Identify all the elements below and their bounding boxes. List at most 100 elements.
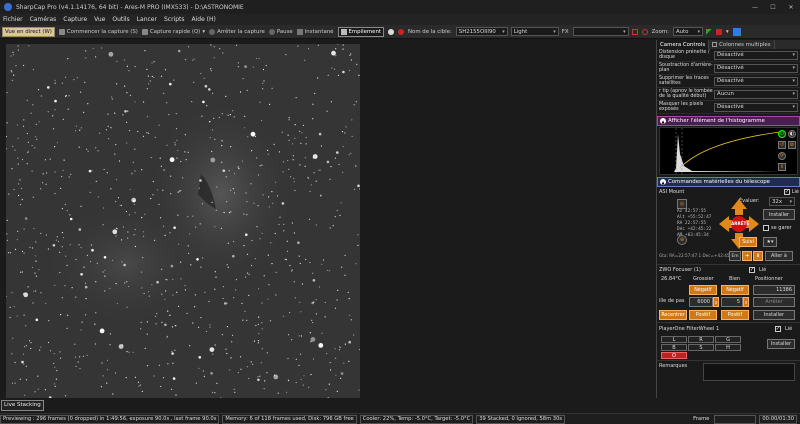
stop-capture-button[interactable]: Arrêter la capture: [209, 28, 265, 35]
record-icon[interactable]: [388, 28, 395, 35]
histogram[interactable]: ⏻ ◐ ↺ ⚙ ⟳ ⇕: [659, 127, 798, 175]
fine-positive-button[interactable]: Positif: [721, 310, 749, 320]
menu-tools[interactable]: Outils: [112, 16, 129, 23]
fine-step-stepper[interactable]: ⇕: [743, 297, 749, 307]
tab-multiple-columns[interactable]: Colonnes multiples: [709, 40, 775, 49]
notes-textarea[interactable]: [703, 363, 795, 381]
filter-b-button[interactable]: B: [661, 344, 687, 351]
sharpcap-logo-icon: [4, 3, 12, 11]
pause-icon: [268, 28, 275, 35]
hardware-controls-header[interactable]: ▲ Commandes matérielles du télescope: [657, 177, 800, 187]
stacking-button[interactable]: Empilement: [337, 26, 385, 37]
expand-icon[interactable]: ⇕: [778, 163, 786, 171]
menu-file[interactable]: Fichier: [3, 16, 23, 23]
stop-icon: [209, 28, 216, 35]
snapshot-button[interactable]: Instantané: [296, 28, 334, 35]
filter-wheel-install-button[interactable]: Installer: [767, 339, 795, 349]
goto-button[interactable]: Aller à: [765, 251, 793, 261]
start-capture-button[interactable]: Commencer la capture (S): [58, 28, 138, 35]
maximize-icon[interactable]: ☐: [764, 4, 782, 11]
filter-s-button[interactable]: S: [688, 344, 714, 351]
minimize-icon[interactable]: —: [746, 4, 764, 11]
menu-bar: Fichier Caméras Capture Vue Outils Lance…: [0, 14, 800, 25]
arrow-down-icon[interactable]: ⬇: [753, 251, 763, 261]
red-target-icon[interactable]: [398, 28, 405, 35]
zoom-select[interactable]: Auto: [672, 27, 703, 36]
dropper-icon[interactable]: [732, 27, 741, 36]
control-row: Supprimer les traces satellites Désactiv…: [657, 75, 800, 88]
favorite-star-icon[interactable]: ★▾: [763, 237, 777, 247]
live-image-view[interactable]: [6, 44, 360, 398]
slew-rate-select[interactable]: 32x: [769, 197, 795, 206]
mount-name: ASI Mount: [659, 189, 685, 195]
color-picker-icon[interactable]: [715, 28, 722, 35]
filter-r-button[interactable]: R: [688, 336, 714, 343]
quality-select[interactable]: Aucun: [714, 89, 798, 99]
tools-dropdown-icon[interactable]: ▾: [726, 29, 729, 35]
crosshair-icon[interactable]: [641, 28, 648, 35]
live-view-button[interactable]: Vue en direct (W): [2, 26, 55, 37]
background-subtraction-select[interactable]: Désactivé: [714, 63, 798, 73]
frame-progress: [714, 414, 757, 424]
mount-connected-checkbox[interactable]: ✓: [784, 189, 790, 195]
coarse-positive-button[interactable]: Positif: [689, 310, 717, 320]
filter-o-button[interactable]: O: [661, 352, 687, 359]
pause-button[interactable]: Pause: [268, 28, 293, 35]
refresh-icon[interactable]: ⟳: [778, 152, 786, 160]
coarse-step-input[interactable]: 6000: [689, 297, 713, 307]
checkbox-icon: [712, 42, 718, 47]
focuser-connected-checkbox[interactable]: ✓: [749, 267, 755, 273]
coarse-step-stepper[interactable]: ⇕: [713, 297, 719, 307]
menu-view[interactable]: Vue: [94, 16, 105, 23]
fine-negative-button[interactable]: Négatif: [721, 285, 749, 295]
reset-icon[interactable]: ↺: [778, 141, 786, 149]
satellite-trails-select[interactable]: Désactivé: [714, 76, 798, 86]
focuser-position-input[interactable]: 11386: [753, 285, 795, 295]
live-stacking-tab[interactable]: Live Stacking: [1, 400, 44, 411]
mount-stop-label[interactable]: ARRÊTE: [731, 221, 749, 226]
stack-icon: [340, 28, 347, 35]
reticle-icon[interactable]: [631, 28, 638, 35]
focuser-install-button[interactable]: Installer: [753, 310, 795, 320]
filter-h-button[interactable]: H: [715, 344, 741, 351]
histogram-tool-icon[interactable]: [705, 28, 712, 35]
filter-g-button[interactable]: G: [715, 336, 741, 343]
mount-em-button[interactable]: Em: [729, 251, 741, 261]
mount-install-button[interactable]: Installer: [763, 209, 795, 220]
menu-help[interactable]: Aide (H): [192, 16, 216, 23]
menu-capture[interactable]: Capture: [63, 16, 87, 23]
memory-status: Memory: 6 of 118 frames used, Disk: 796 …: [222, 414, 357, 424]
arrow-right-icon[interactable]: ➜: [742, 251, 752, 261]
menu-cameras[interactable]: Caméras: [30, 16, 57, 23]
filter-wheel-connected-checkbox[interactable]: ✓: [775, 326, 781, 332]
park-checkbox[interactable]: [763, 225, 769, 231]
histogram-section-header[interactable]: ▲ Afficher l'élément de l'histogramme: [657, 116, 800, 126]
frame-label: Frame: [693, 416, 710, 422]
frame-type-select[interactable]: Light: [510, 27, 559, 36]
power-icon[interactable]: ⏻: [778, 130, 786, 138]
title-bar: SharpCap Pro (v4.1.14176, 64 bit) - Ares…: [0, 0, 800, 14]
distension-select[interactable]: Désactivé: [714, 50, 798, 60]
mask-pixels-select[interactable]: Désactivé: [714, 102, 798, 112]
status-bar: Previewing : 296 frames (0 dropped) in 1…: [0, 413, 800, 424]
filter-l-button[interactable]: L: [661, 336, 687, 343]
recenter-button[interactable]: Recentrer: [659, 310, 687, 320]
menu-run[interactable]: Lancer: [137, 16, 157, 23]
focuser-stop-button[interactable]: Arrêter: [753, 297, 795, 307]
spiral-icon[interactable]: ◎: [677, 199, 687, 209]
control-row: Distension prénette / disque Désactivé: [657, 49, 800, 62]
quick-capture-button[interactable]: Capture rapide (Q) ▾: [141, 28, 205, 35]
contrast-icon[interactable]: ◐: [788, 130, 796, 138]
menu-scripts[interactable]: Scripts: [164, 16, 185, 23]
target-name-input[interactable]: SH2155OIII90: [455, 27, 508, 36]
panel-tabs: Camera Controls Colonnes multiples: [657, 40, 800, 49]
tab-camera-controls[interactable]: Camera Controls: [657, 40, 710, 49]
window-controls: — ☐ ✕: [746, 4, 800, 11]
fine-step-input[interactable]: 5: [721, 297, 743, 307]
close-icon[interactable]: ✕: [782, 4, 800, 11]
coarse-negative-button[interactable]: Négatif: [689, 285, 717, 295]
fx-select[interactable]: [572, 27, 629, 36]
tracking-button[interactable]: Suivi: [739, 237, 757, 247]
settings-icon[interactable]: ⚙: [788, 141, 796, 149]
crosshair-target-icon[interactable]: ⊕: [677, 235, 687, 245]
